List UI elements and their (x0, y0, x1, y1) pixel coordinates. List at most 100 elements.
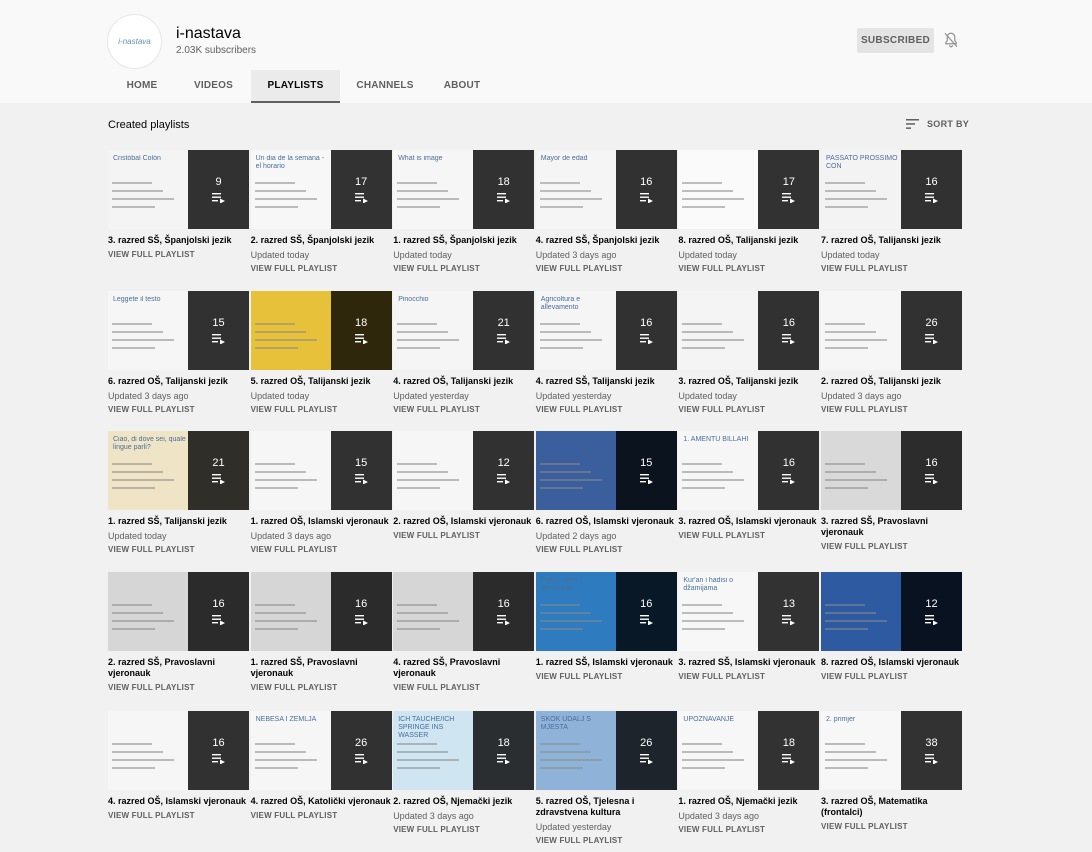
playlist-thumbnail[interactable]: Cristóbal Colón 9 (108, 150, 249, 229)
playlist-title[interactable]: 2. razred SŠ, Španjolski jezik (251, 235, 392, 246)
playlist-title[interactable]: 3. razred OŠ, Matematika (frontalci) (821, 796, 962, 818)
view-full-playlist-link[interactable]: VIEW FULL PLAYLIST (393, 264, 534, 274)
playlist-thumbnail[interactable]: Un dia de la semana - el horario 17 (250, 150, 392, 229)
view-full-playlist-link[interactable]: VIEW FULL PLAYLIST (821, 822, 962, 832)
playlist-card[interactable]: UPOZNAVANJE 18 1. razred OŠ, Njemački jezi… (678, 711, 820, 835)
playlist-thumbnail[interactable]: 16 (108, 572, 249, 651)
playlist-card[interactable]: Leggete il testo 15 6. razred OŠ, Talijans… (108, 291, 249, 415)
playlist-card[interactable]: SKOK UDALJ S MJESTA 26 5. razred OŠ, Tjele… (535, 711, 677, 846)
playlist-card[interactable]: 16 2. razred SŠ, Pravoslavni vjeronauk VIE… (108, 572, 249, 693)
playlist-title[interactable]: 1. razred OŠ, Islamski vjeronauk (251, 516, 392, 527)
tab-channels[interactable]: CHANNELS (340, 70, 430, 103)
playlist-title[interactable]: 3. razred OŠ, Islamski vjeronauk (678, 516, 819, 527)
playlist-card[interactable]: Pojam vjere i vjerovanja 16 1. razred SŠ, … (535, 572, 677, 682)
playlist-title[interactable]: 4. razred SŠ, Pravoslavni vjeronauk (393, 657, 534, 679)
playlist-card[interactable]: 15 1. razred OŠ, Islamski vjeronauk Update… (250, 431, 392, 555)
view-full-playlist-link[interactable]: VIEW FULL PLAYLIST (536, 672, 677, 682)
playlist-card[interactable]: 18 5. razred OŠ, Talijanski jezik Updated … (250, 291, 392, 415)
playlist-thumbnail[interactable]: UPOZNAVANJE 18 (678, 711, 820, 790)
playlist-title[interactable]: 8. razred OŠ, Talijanski jezik (678, 235, 819, 246)
playlist-thumbnail[interactable]: 16 (250, 572, 392, 651)
playlist-thumbnail[interactable]: 16 (821, 431, 962, 510)
playlist-title[interactable]: 3. razred OŠ, Talijanski jezik (678, 376, 819, 387)
view-full-playlist-link[interactable]: VIEW FULL PLAYLIST (108, 811, 249, 821)
playlist-title[interactable]: 1. razred SŠ, Islamski vjeronauk (536, 657, 677, 668)
view-full-playlist-link[interactable]: VIEW FULL PLAYLIST (393, 405, 534, 415)
playlist-card[interactable]: 1. AMENTU BILLAHI 16 3. razred OŠ, Islamsk… (678, 431, 820, 541)
view-full-playlist-link[interactable]: VIEW FULL PLAYLIST (393, 825, 534, 835)
playlist-thumbnail[interactable]: What is image 18 (393, 150, 535, 229)
view-full-playlist-link[interactable]: VIEW FULL PLAYLIST (536, 545, 677, 555)
playlist-thumbnail[interactable]: 26 (821, 291, 962, 370)
playlist-thumbnail[interactable]: 12 (393, 431, 535, 510)
view-full-playlist-link[interactable]: VIEW FULL PLAYLIST (536, 264, 677, 274)
view-full-playlist-link[interactable]: VIEW FULL PLAYLIST (251, 545, 392, 555)
channel-avatar[interactable]: i-nastava (107, 14, 162, 69)
playlist-card[interactable]: 16 3. razred OŠ, Talijanski jezik Updated … (678, 291, 820, 415)
playlist-card[interactable]: 16 4. razred OŠ, Islamski vjeronauk VIEW F… (108, 711, 249, 821)
playlist-title[interactable]: 5. razred OŠ, Talijanski jezik (251, 376, 392, 387)
playlist-title[interactable]: 2. razred OŠ, Islamski vjeronauk (393, 516, 534, 527)
playlist-card[interactable]: 17 8. razred OŠ, Talijanski jezik Updated … (678, 150, 820, 274)
tab-playlists[interactable]: PLAYLISTS (251, 70, 340, 103)
tab-about[interactable]: ABOUT (430, 70, 494, 103)
view-full-playlist-link[interactable]: VIEW FULL PLAYLIST (821, 264, 962, 274)
playlist-card[interactable]: Cristóbal Colón 9 3. razred SŠ, Španjolski… (108, 150, 249, 260)
playlist-card[interactable]: Mayor de edad 16 4. razred SŠ, Španjolski … (535, 150, 677, 274)
sort-button[interactable]: SORT BY (906, 119, 969, 129)
view-full-playlist-link[interactable]: VIEW FULL PLAYLIST (678, 531, 819, 541)
view-full-playlist-link[interactable]: VIEW FULL PLAYLIST (678, 825, 819, 835)
playlist-thumbnail[interactable]: 16 (393, 572, 535, 651)
playlist-card[interactable]: 2. primjer 38 3. razred OŠ, Matematika (fr… (821, 711, 962, 832)
playlist-thumbnail[interactable]: PASSATO PROSSIMO CON 16 (821, 150, 962, 229)
view-full-playlist-link[interactable]: VIEW FULL PLAYLIST (678, 405, 819, 415)
playlist-thumbnail[interactable]: Kur'an i hadisi o džamijama 13 (678, 572, 820, 651)
playlist-card[interactable]: 16 1. razred SŠ, Pravoslavni vjeronauk VIE… (250, 572, 392, 693)
playlist-title[interactable]: 3. razred SŠ, Islamski vjeronauk (678, 657, 819, 668)
playlist-title[interactable]: 5. razred OŠ, Tjelesna i zdravstvena kul… (536, 796, 677, 818)
tab-home[interactable]: HOME (108, 70, 176, 103)
playlist-title[interactable]: 4. razred OŠ, Katolički vjeronauk (251, 796, 392, 807)
playlist-thumbnail[interactable]: Pojam vjere i vjerovanja 16 (535, 572, 677, 651)
view-full-playlist-link[interactable]: VIEW FULL PLAYLIST (678, 672, 819, 682)
view-full-playlist-link[interactable]: VIEW FULL PLAYLIST (678, 264, 819, 274)
playlist-thumbnail[interactable]: Pinocchio 21 (393, 291, 535, 370)
playlist-title[interactable]: 3. razred SŠ, Španjolski jezik (108, 235, 249, 246)
playlist-thumbnail[interactable]: Agricoltura e allevamento 16 (535, 291, 677, 370)
view-full-playlist-link[interactable]: VIEW FULL PLAYLIST (536, 405, 677, 415)
playlist-title[interactable]: 4. razred SŠ, Talijanski jezik (536, 376, 677, 387)
playlist-card[interactable]: ICH TAUCHE/ICH SPRINGE INS WASSER 18 2. ra… (393, 711, 535, 835)
playlist-thumbnail[interactable]: 16 (678, 291, 820, 370)
view-full-playlist-link[interactable]: VIEW FULL PLAYLIST (108, 250, 249, 260)
playlist-card[interactable]: Pinocchio 21 4. razred OŠ, Talijanski jezi… (393, 291, 535, 415)
bell-off-icon[interactable] (942, 31, 960, 49)
playlist-card[interactable]: What is image 18 1. razred SŠ, Španjolski … (393, 150, 535, 274)
playlist-title[interactable]: 2. razred SŠ, Pravoslavni vjeronauk (108, 657, 249, 679)
view-full-playlist-link[interactable]: VIEW FULL PLAYLIST (821, 405, 962, 415)
playlist-thumbnail[interactable]: 15 (535, 431, 677, 510)
view-full-playlist-link[interactable]: VIEW FULL PLAYLIST (393, 683, 534, 693)
playlist-card[interactable]: Ciao, di dove sei, quale lingue parli? 21… (108, 431, 249, 555)
tab-videos[interactable]: VIDEOS (176, 70, 251, 103)
playlist-thumbnail[interactable]: Leggete il testo 15 (108, 291, 249, 370)
playlist-title[interactable]: 1. razred SŠ, Talijanski jezik (108, 516, 249, 527)
playlist-thumbnail[interactable]: 18 (250, 291, 392, 370)
view-full-playlist-link[interactable]: VIEW FULL PLAYLIST (108, 405, 249, 415)
playlist-card[interactable]: PASSATO PROSSIMO CON 16 7. razred OŠ, Tali… (821, 150, 962, 274)
playlist-title[interactable]: 2. razred OŠ, Njemački jezik (393, 796, 534, 807)
playlist-thumbnail[interactable]: 1. AMENTU BILLAHI 16 (678, 431, 820, 510)
playlist-card[interactable]: Agricoltura e allevamento 16 4. razred SŠ,… (535, 291, 677, 415)
playlist-thumbnail[interactable]: ICH TAUCHE/ICH SPRINGE INS WASSER 18 (393, 711, 535, 790)
view-full-playlist-link[interactable]: VIEW FULL PLAYLIST (251, 683, 392, 693)
playlist-thumbnail[interactable]: Mayor de edad 16 (535, 150, 677, 229)
playlist-thumbnail[interactable]: Ciao, di dove sei, quale lingue parli? 21 (108, 431, 249, 510)
playlist-title[interactable]: 1. razred OŠ, Njemački jezik (678, 796, 819, 807)
view-full-playlist-link[interactable]: VIEW FULL PLAYLIST (108, 545, 249, 555)
playlist-card[interactable]: Kur'an i hadisi o džamijama 13 3. razred S… (678, 572, 820, 682)
view-full-playlist-link[interactable]: VIEW FULL PLAYLIST (821, 542, 962, 552)
playlist-card[interactable]: Un dia de la semana - el horario 17 2. raz… (250, 150, 392, 274)
playlist-card[interactable]: 15 6. razred OŠ, Islamski vjeronauk Update… (535, 431, 677, 555)
playlist-card[interactable]: 16 4. razred SŠ, Pravoslavni vjeronauk VIE… (393, 572, 535, 693)
playlist-title[interactable]: 6. razred OŠ, Islamski vjeronauk (536, 516, 677, 527)
view-full-playlist-link[interactable]: VIEW FULL PLAYLIST (251, 811, 392, 821)
